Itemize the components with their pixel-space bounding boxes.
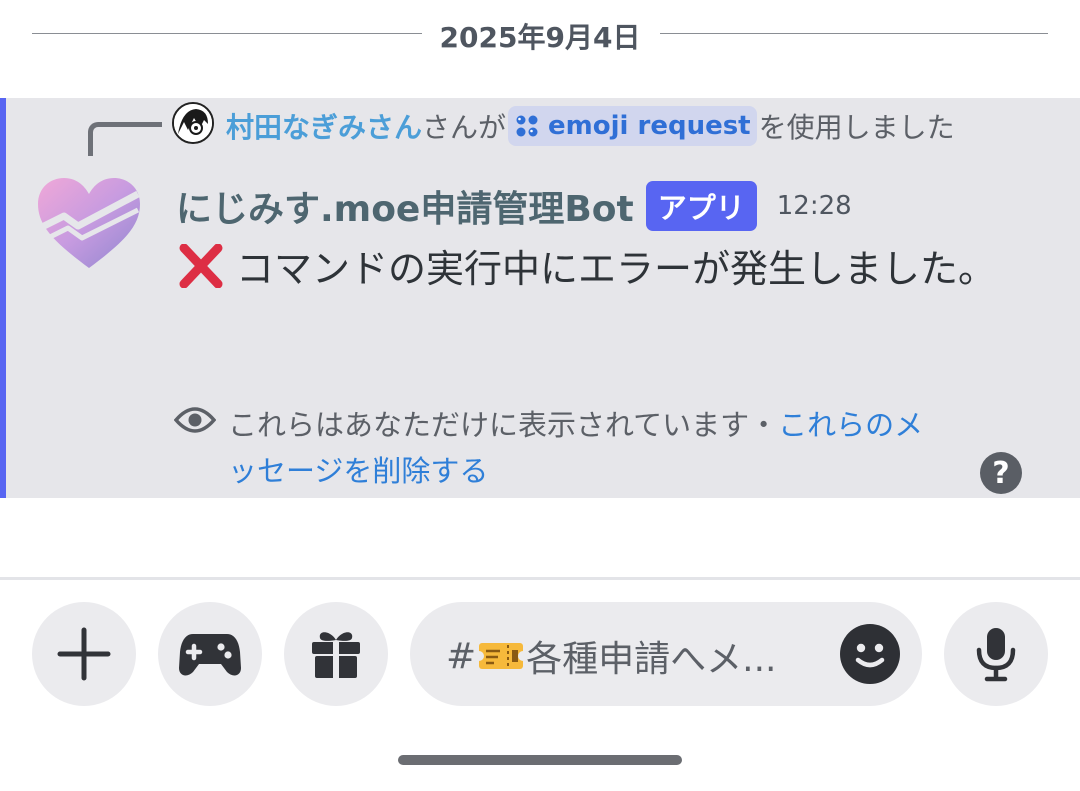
command-name: emoji request bbox=[548, 111, 751, 141]
bot-avatar-heart-icon[interactable] bbox=[34, 176, 144, 272]
help-icon[interactable]: ? bbox=[980, 452, 1022, 494]
command-chip[interactable]: emoji request bbox=[508, 106, 757, 146]
gift-button[interactable] bbox=[284, 602, 388, 706]
composer-separator bbox=[0, 577, 1080, 580]
message-timestamp: 12:28 bbox=[776, 191, 852, 221]
app-badge: アプリ bbox=[645, 181, 757, 231]
placeholder-text: 各種申請へメ... bbox=[526, 639, 777, 680]
reply-context: 村田なぎみさん さんが emoji request を使用しました bbox=[226, 104, 955, 148]
reply-connector bbox=[88, 122, 162, 156]
reply-username[interactable]: 村田なぎみさん bbox=[226, 106, 422, 146]
eye-icon bbox=[174, 407, 216, 433]
home-indicator[interactable] bbox=[398, 755, 682, 765]
reply-used-prefix: さんが bbox=[422, 111, 507, 144]
reply-user-avatar[interactable] bbox=[172, 102, 214, 144]
divider-line-right bbox=[660, 33, 1048, 34]
plus-icon bbox=[57, 627, 111, 681]
message-input[interactable]: # 各種申請へメ... bbox=[410, 602, 922, 706]
add-attachment-button[interactable] bbox=[32, 602, 136, 706]
message-content: コマンドの実行中にエラーが発生しました。 bbox=[176, 238, 1006, 301]
date-divider: 2025年9月4日 bbox=[32, 14, 1048, 58]
message-text: コマンドの実行中にエラーが発生しました。 bbox=[236, 247, 997, 291]
reply-used-suffix: を使用しました bbox=[758, 111, 955, 144]
emoji-icon bbox=[855, 643, 885, 668]
message-header: にじみす.moe申請管理Bot アプリ 12:28 bbox=[176, 178, 852, 234]
ephemeral-message: 村田なぎみさん さんが emoji request を使用しました にじみす.m… bbox=[0, 98, 1080, 498]
placeholder-hash: # bbox=[446, 635, 477, 677]
cross-mark-icon bbox=[179, 244, 223, 288]
bot-name[interactable]: にじみす.moe申請管理Bot bbox=[176, 180, 634, 232]
gamepad-icon bbox=[179, 634, 241, 676]
ephemeral-notice: これらはあなただけに表示されています・これらのメッセージを削除する bbox=[228, 402, 948, 494]
emoji-button[interactable] bbox=[840, 624, 900, 684]
ticket-icon bbox=[478, 643, 525, 669]
message-input-placeholder: # 各種申請へメ... bbox=[446, 630, 777, 682]
date-label: 2025年9月4日 bbox=[439, 21, 641, 54]
voice-message-button[interactable] bbox=[944, 602, 1048, 706]
gift-icon bbox=[312, 632, 360, 678]
activities-button[interactable] bbox=[158, 602, 262, 706]
microphone-icon bbox=[976, 628, 1016, 682]
command-icon bbox=[516, 115, 538, 137]
ephemeral-notice-text: これらはあなただけに表示されています・ bbox=[228, 408, 779, 442]
